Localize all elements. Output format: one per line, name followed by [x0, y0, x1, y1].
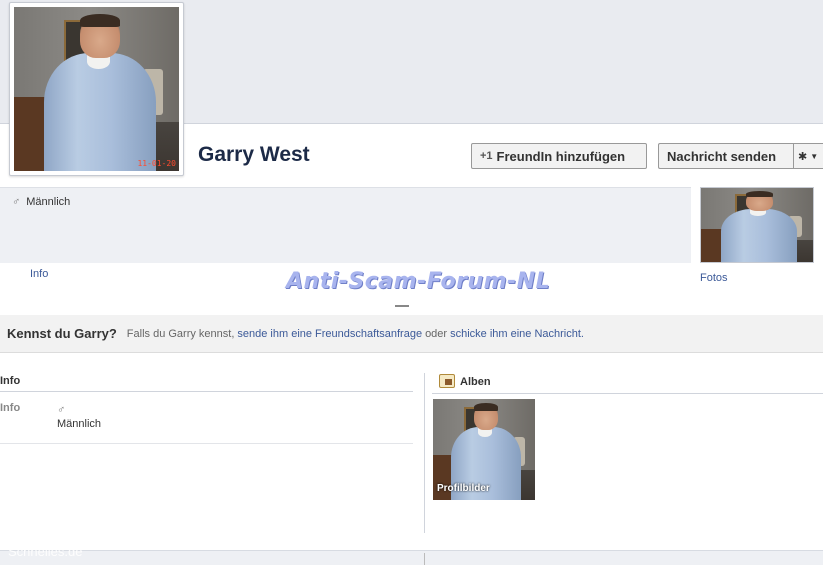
- male-icon: ♂: [12, 196, 21, 208]
- albums-section-heading[interactable]: Alben: [460, 376, 491, 388]
- profile-name: Garry West: [198, 143, 310, 166]
- bottom-strip: [0, 550, 823, 565]
- album-name: Profilbilder: [437, 483, 490, 494]
- profile-photo: 11-01-20: [14, 7, 179, 171]
- divider-dash: [395, 305, 409, 307]
- settings-dropdown-button[interactable]: ✱ ▼: [793, 143, 823, 169]
- chevron-down-icon: ▼: [810, 151, 819, 161]
- divider: [0, 443, 413, 444]
- column-divider: [424, 553, 425, 565]
- column-divider: [424, 373, 425, 533]
- photos-thumbnail[interactable]: [700, 187, 814, 263]
- add-friend-button[interactable]: +1 FreundIn hinzufügen: [471, 143, 647, 169]
- gear-icon: ✱: [798, 150, 808, 163]
- send-message-link[interactable]: schicke ihm eine Nachricht.: [450, 328, 584, 340]
- divider: [0, 391, 413, 392]
- send-message-label: Nachricht senden: [667, 148, 777, 164]
- watermark: Anti-Scam-Forum-NL: [286, 269, 551, 294]
- info-link[interactable]: Info: [30, 268, 48, 280]
- know-person-title: Kennst du Garry?: [7, 326, 117, 341]
- photo-date-stamp: 11-01-20: [137, 159, 176, 168]
- fotos-link[interactable]: Fotos: [700, 272, 728, 284]
- add-friend-icon: +1: [480, 150, 493, 162]
- footer-watermark: Schnelles.de: [8, 544, 83, 559]
- add-friend-label: FreundIn hinzufügen: [496, 148, 626, 164]
- send-message-button[interactable]: Nachricht senden: [658, 143, 793, 169]
- info-section-heading: Info: [0, 375, 21, 387]
- info-row-value: Männlich: [57, 418, 102, 430]
- intro-gender-label: Männlich: [26, 196, 71, 208]
- intro-gender: ♂ Männlich: [12, 196, 70, 208]
- know-person-or: oder: [425, 327, 448, 340]
- intro-box: ♂ Männlich: [0, 187, 691, 263]
- divider: [432, 393, 823, 394]
- album-profile-pictures[interactable]: Profilbilder: [433, 399, 535, 500]
- know-person-bar: Kennst du Garry? Falls du Garry kennst, …: [0, 315, 823, 353]
- photos-thumbnail-image: [701, 188, 813, 262]
- profile-picture[interactable]: 11-01-20: [9, 2, 184, 176]
- album-icon: [439, 374, 455, 388]
- info-row-label: Info: [0, 402, 21, 414]
- know-person-text: Falls du Garry kennst,: [126, 327, 235, 340]
- male-icon: ♂: [57, 404, 66, 416]
- send-friend-request-link[interactable]: sende ihm eine Freundschaftsanfrage: [237, 328, 422, 340]
